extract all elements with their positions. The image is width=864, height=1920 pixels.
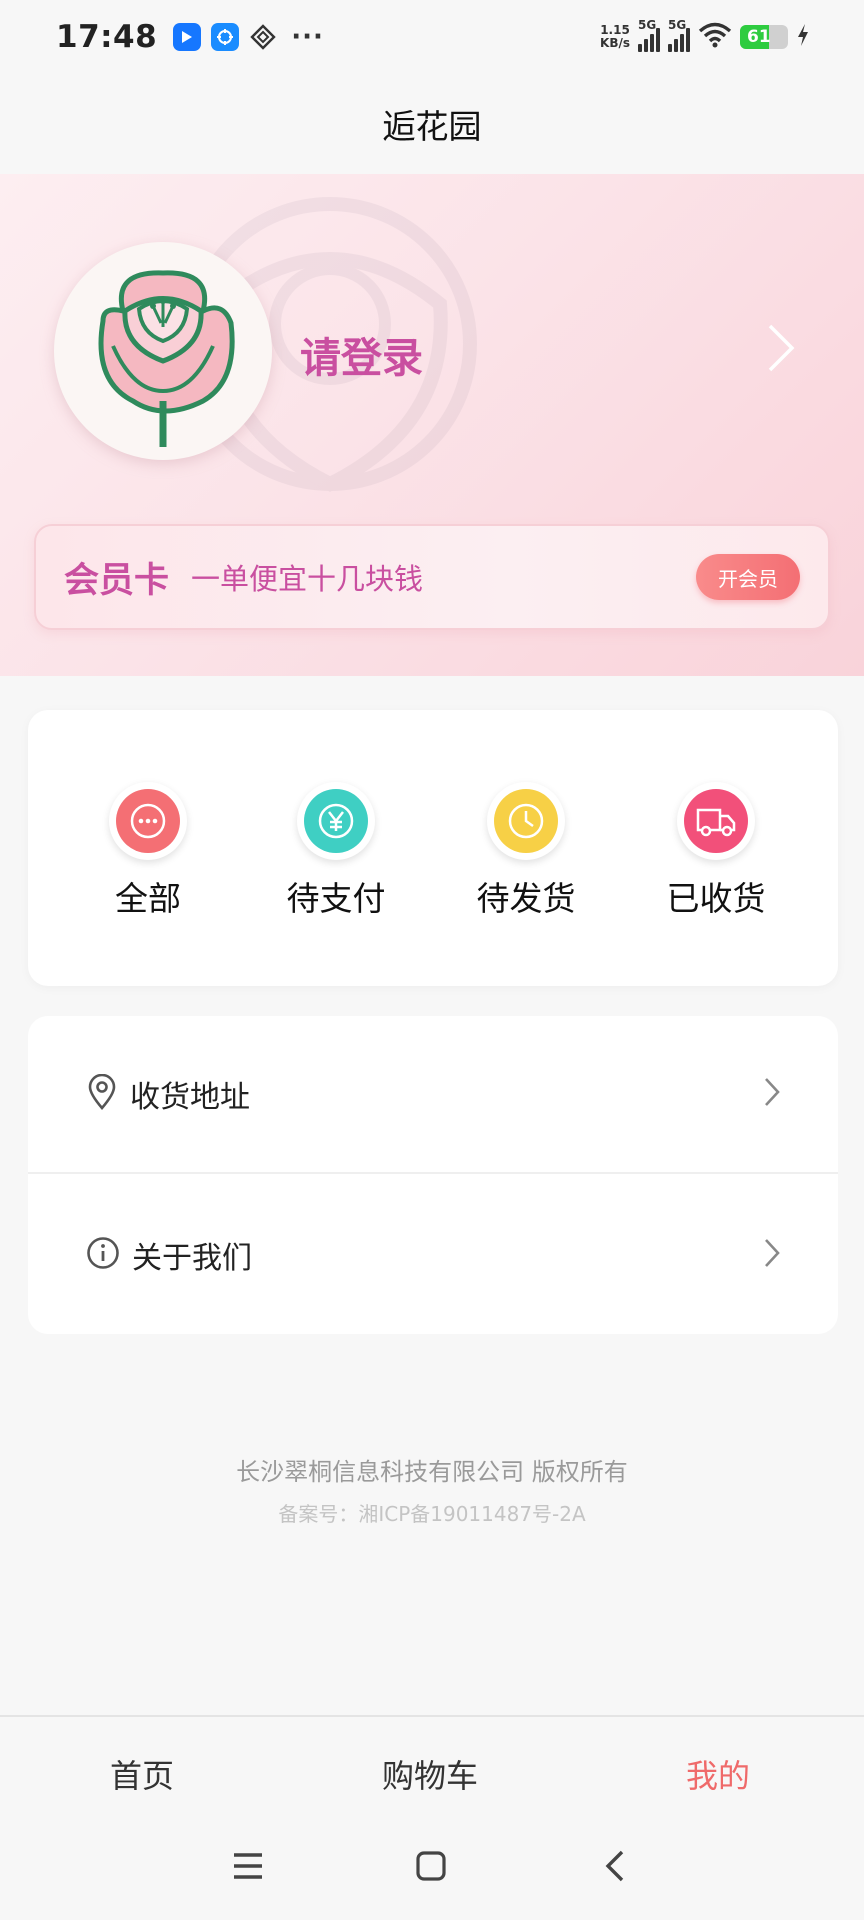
avatar[interactable] [54, 242, 272, 460]
member-card-desc: 一单便宜十几块钱 [191, 562, 424, 596]
signal-icon: 5G [668, 18, 690, 52]
battery-icon: 61 [740, 25, 788, 49]
battery-level: 61 [747, 27, 771, 47]
tab-bar: 首页 购物车 我的 [0, 1715, 864, 1825]
chevron-right-icon [762, 1075, 782, 1113]
info-icon [86, 1236, 120, 1274]
status-bar: 17:48 ··· 1.15 KB/s 5G 5G 61 [0, 0, 864, 74]
back-icon[interactable] [600, 1849, 630, 1887]
more-dots-icon: ··· [291, 22, 324, 52]
more-dots-icon [116, 789, 180, 853]
page-title: 逅花园 [382, 107, 482, 146]
join-member-button[interactable]: 开会员 [696, 554, 800, 600]
menu-item-label: 关于我们 [132, 1241, 252, 1276]
order-label: 全部 [115, 879, 181, 918]
menu-item-about[interactable]: 关于我们 [28, 1176, 838, 1334]
footer-copyright: 长沙翠桐信息科技有限公司 版权所有 [236, 1458, 628, 1486]
home-icon[interactable] [415, 1849, 447, 1887]
footer-icp[interactable]: 备案号：湘ICP备19011487号-2A [0, 1498, 864, 1527]
net-speed: 1.15 KB/s [600, 24, 630, 50]
status-app-icons: ··· [173, 22, 324, 52]
location-pin-icon [86, 1073, 118, 1114]
tab-mine[interactable]: 我的 [686, 1751, 750, 1797]
tab-cart[interactable]: 购物车 [382, 1751, 478, 1797]
app-calendar-icon [211, 23, 240, 51]
menu-icon[interactable] [232, 1849, 264, 1887]
profile-hero: 请登录 会员卡 一单便宜十几块钱 开会员 [0, 174, 864, 676]
signal-icon: 5G [638, 18, 660, 52]
rose-icon [98, 270, 235, 447]
chevron-right-icon [762, 1236, 782, 1274]
order-pending-shipment[interactable]: 待发货 [436, 782, 616, 920]
yen-icon [304, 789, 368, 853]
menu-item-label: 收货地址 [130, 1080, 250, 1115]
order-label: 已收货 [666, 879, 766, 918]
login-link[interactable]: 请登录 [300, 324, 423, 384]
charging-icon [796, 23, 810, 51]
truck-icon [684, 789, 748, 853]
member-card-title: 会员卡 [64, 560, 170, 601]
signal-label: 5G [638, 18, 657, 32]
wifi-icon [698, 22, 732, 52]
menu-item-address[interactable]: 收货地址 [28, 1016, 838, 1174]
orders-card: 全部 待支付 待发货 已收货 [28, 710, 838, 986]
clock-icon [494, 789, 558, 853]
order-received[interactable]: 已收货 [626, 782, 806, 920]
member-card[interactable]: 会员卡 一单便宜十几块钱 开会员 [34, 524, 830, 630]
order-pending-payment[interactable]: 待支付 [246, 782, 426, 920]
status-right: 1.15 KB/s 5G 5G 61 [600, 18, 810, 52]
app-blue-icon [173, 23, 202, 51]
order-label: 待发货 [476, 879, 576, 918]
menu-card: 收货地址 关于我们 [28, 1016, 838, 1334]
chevron-right-icon[interactable] [764, 322, 798, 378]
net-speed-unit: KB/s [600, 36, 630, 50]
app-diamond-icon [249, 23, 277, 51]
order-label: 待支付 [286, 879, 386, 918]
tab-home[interactable]: 首页 [110, 1751, 174, 1797]
app-header: 逅花园 [0, 74, 864, 174]
order-all[interactable]: 全部 [58, 782, 238, 920]
signal-label: 5G [668, 18, 687, 32]
status-time: 17:48 [56, 19, 158, 55]
system-nav-bar [0, 1825, 864, 1920]
